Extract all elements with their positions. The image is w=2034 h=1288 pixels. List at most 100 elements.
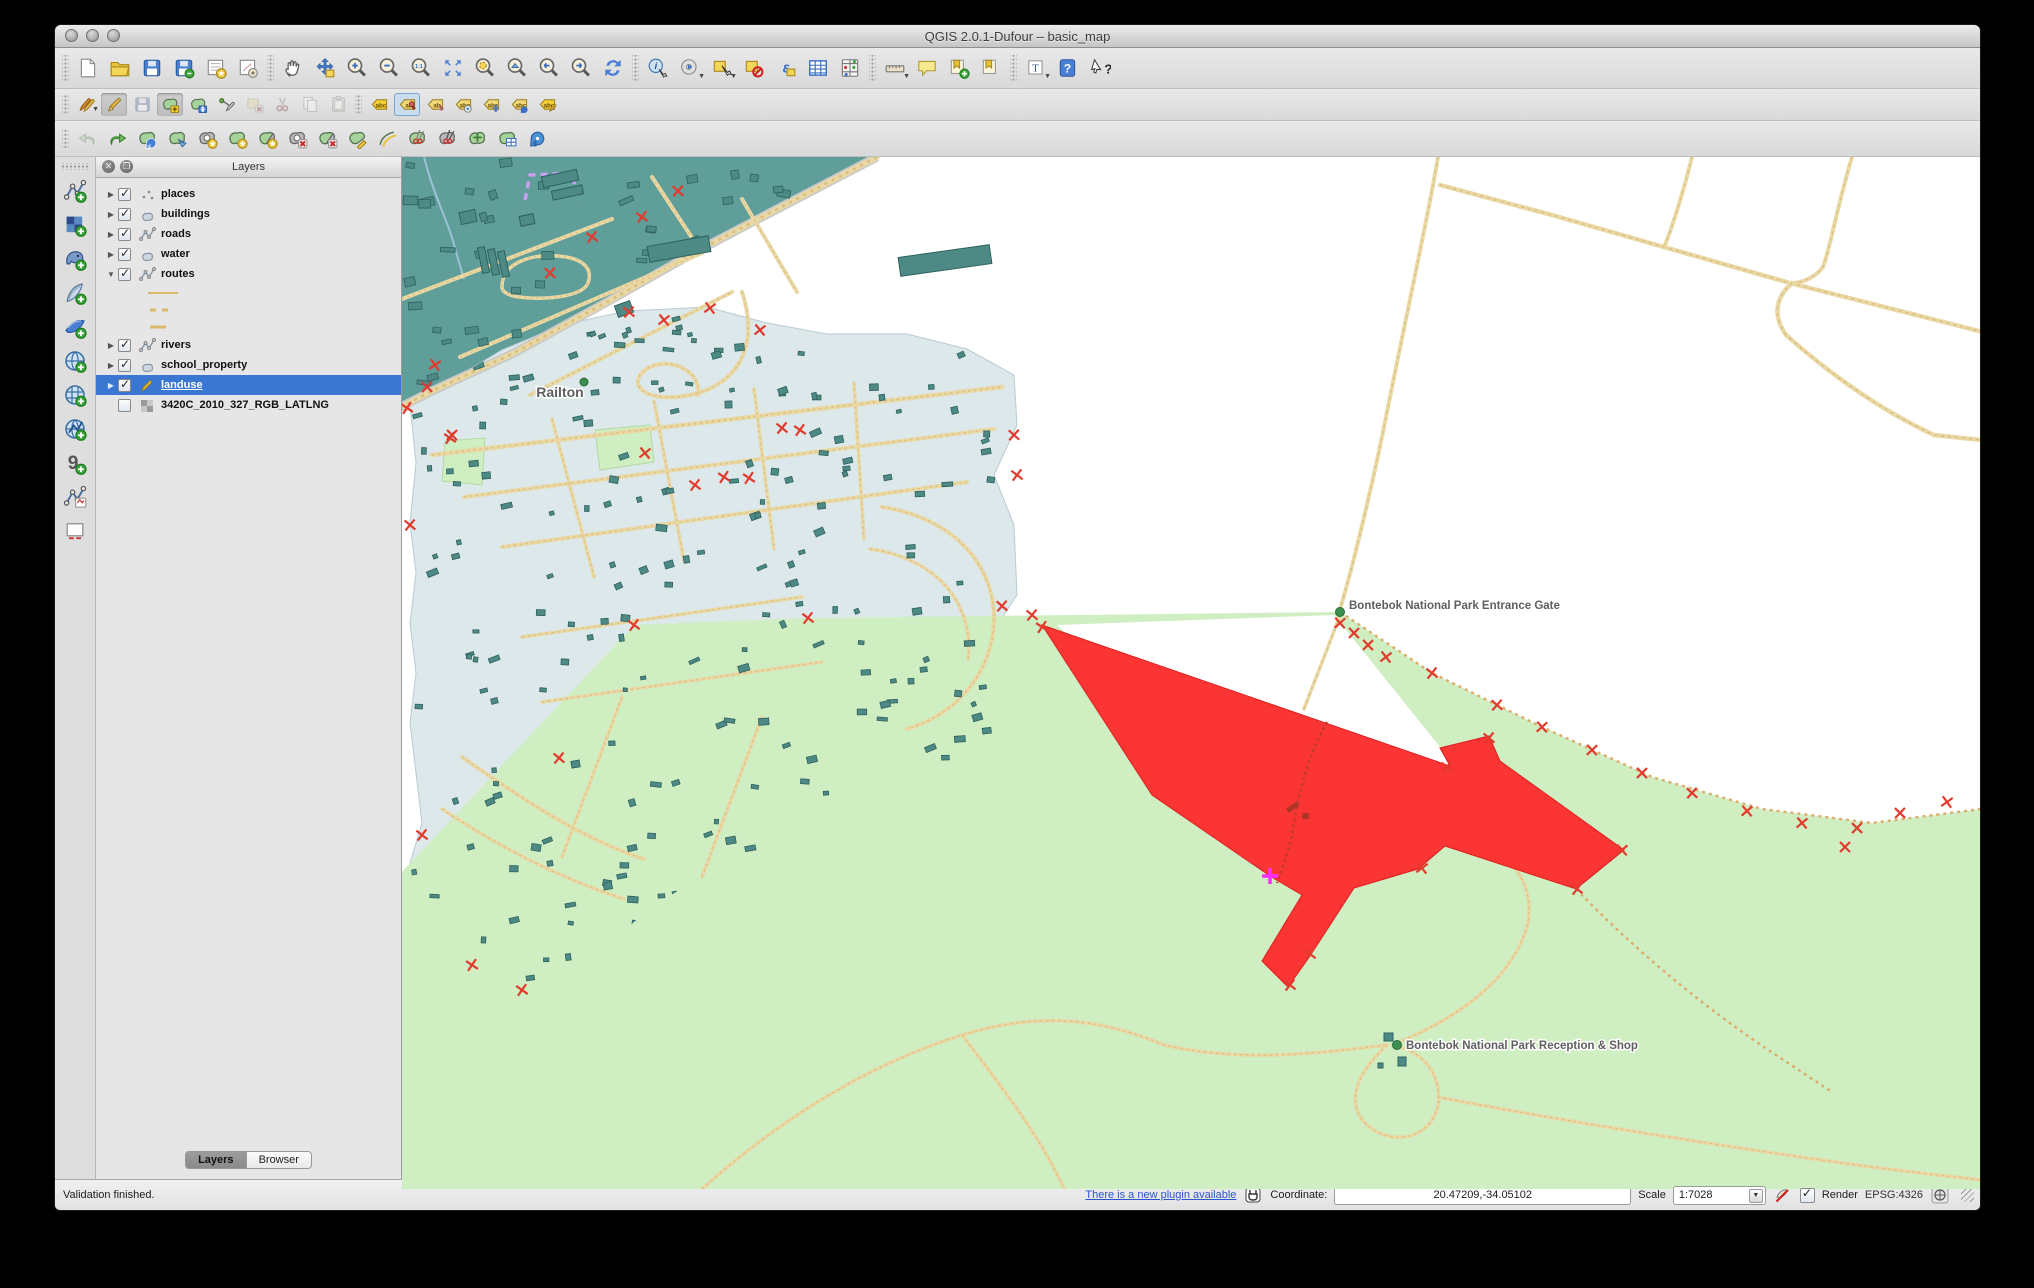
toggle-editing-button[interactable] [101, 93, 127, 116]
panel-tab-layers[interactable]: Layers [185, 1151, 246, 1169]
text-annotation-button[interactable]: T▼ [1021, 53, 1051, 83]
add-feature-button[interactable] [157, 93, 183, 116]
new-bookmark-button[interactable] [944, 53, 974, 83]
layer-expand-arrow-icon[interactable]: ▶ [104, 210, 118, 219]
open-attribute-table-button[interactable] [803, 53, 833, 83]
remove-layer-button[interactable] [60, 516, 90, 546]
cut-features-button[interactable] [269, 93, 295, 116]
add-vector-layer-button[interactable] [60, 176, 90, 206]
refresh-map-button[interactable] [598, 53, 628, 83]
new-shapefile-layer-button[interactable] [60, 482, 90, 512]
add-delimited-text-layer-button[interactable]: 9, [60, 448, 90, 478]
add-ring-button[interactable] [193, 126, 221, 152]
layers-panel-header[interactable]: ✕ ❐ Layers [96, 157, 401, 178]
panel-close-icon[interactable]: ✕ [102, 160, 115, 173]
redo-button[interactable] [103, 126, 131, 152]
new-plugin-link[interactable]: There is a new plugin available [1085, 1189, 1236, 1201]
close-window-button[interactable] [65, 29, 78, 42]
move-label-button[interactable]: abc [478, 93, 504, 116]
dropdown-arrow-icon[interactable]: ▼ [903, 73, 910, 80]
layer-row-places[interactable]: ▶places [96, 184, 401, 204]
show-bookmarks-button[interactable] [976, 53, 1006, 83]
layer-visibility-checkbox[interactable] [118, 208, 131, 221]
layer-expand-arrow-icon[interactable]: ▶ [104, 190, 118, 199]
undo-button[interactable] [73, 126, 101, 152]
render-checkbox[interactable] [1800, 1188, 1815, 1203]
layer-row-buildings[interactable]: ▶buildings [96, 204, 401, 224]
offset-curve-button[interactable] [373, 126, 401, 152]
highlight-pinned-labels-button[interactable]: ab [422, 93, 448, 116]
dropdown-arrow-icon[interactable]: ▼ [92, 106, 99, 113]
dropdown-arrow-icon[interactable]: ▼ [698, 73, 705, 80]
add-part-button[interactable] [223, 126, 251, 152]
save-layer-edits-button[interactable] [129, 93, 155, 116]
layer-visibility-checkbox[interactable] [118, 188, 131, 201]
zoom-out-button[interactable] [374, 53, 404, 83]
new-project-button[interactable] [73, 53, 103, 83]
delete-selected-button[interactable] [241, 93, 267, 116]
zoom-in-button[interactable] [342, 53, 372, 83]
node-tool-button[interactable] [213, 93, 239, 116]
resize-grip[interactable] [1961, 1189, 1974, 1202]
panel-tab-browser[interactable]: Browser [247, 1151, 312, 1169]
move-feature-button[interactable] [185, 93, 211, 116]
identify-features-button[interactable]: i [643, 53, 673, 83]
layer-expand-arrow-icon[interactable]: ▶ [104, 250, 118, 259]
current-edits-button[interactable]: ▼ [73, 93, 99, 116]
rotate-label-button[interactable]: abc [506, 93, 532, 116]
layer-expand-arrow-icon[interactable]: ▶ [104, 341, 118, 350]
add-wfs-layer-button[interactable] [60, 414, 90, 444]
open-project-button[interactable] [105, 53, 135, 83]
layer-visibility-checkbox[interactable] [118, 359, 131, 372]
dropdown-arrow-icon[interactable]: ▼ [1044, 73, 1051, 80]
map-canvas[interactable]: RailtonBontebok National Park Entrance G… [402, 157, 1980, 1189]
scale-combo[interactable]: 1:7028 ▼ [1673, 1186, 1766, 1205]
help-contents-button[interactable]: ? [1053, 53, 1083, 83]
add-spatialite-layer-button[interactable] [60, 278, 90, 308]
layer-expand-arrow-icon[interactable]: ▼ [104, 270, 118, 279]
reshape-features-button[interactable] [343, 126, 371, 152]
layer-expand-arrow-icon[interactable]: ▶ [104, 230, 118, 239]
fill-ring-button[interactable] [253, 126, 281, 152]
minimize-window-button[interactable] [86, 29, 99, 42]
layer-expand-arrow-icon[interactable]: ▶ [104, 381, 118, 390]
layer-expand-arrow-icon[interactable]: ▶ [104, 361, 118, 370]
select-features-button[interactable]: ▼ [707, 53, 737, 83]
layer-visibility-checkbox[interactable] [118, 228, 131, 241]
add-wcs-layer-button[interactable] [60, 380, 90, 410]
title-bar[interactable]: QGIS 2.0.1-Dufour – basic_map [55, 25, 1980, 48]
layer-row-3420C_2010_327_RGB_LATLNG[interactable]: 3420C_2010_327_RGB_LATLNG [96, 395, 401, 415]
rotate-feature-button[interactable] [133, 126, 161, 152]
add-mssql-layer-button[interactable] [60, 312, 90, 342]
zoom-to-selection-button[interactable] [470, 53, 500, 83]
zoom-to-layer-button[interactable] [502, 53, 532, 83]
save-project-button[interactable] [137, 53, 167, 83]
composer-manager-button[interactable] [233, 53, 263, 83]
layer-row-rivers[interactable]: ▶rivers [96, 335, 401, 355]
zoom-full-extent-button[interactable] [438, 53, 468, 83]
select-by-expression-button[interactable]: ε [771, 53, 801, 83]
layer-visibility-checkbox[interactable] [118, 248, 131, 261]
merge-features-button[interactable] [463, 126, 491, 152]
run-feature-action-button[interactable]: ▼ [675, 53, 705, 83]
layer-row-water[interactable]: ▶water [96, 244, 401, 264]
show-hide-labels-button[interactable]: abc [450, 93, 476, 116]
add-wms-layer-button[interactable] [60, 346, 90, 376]
zoom-last-button[interactable] [534, 53, 564, 83]
scale-combo-arrow-icon[interactable]: ▼ [1749, 1189, 1763, 1203]
split-parts-button[interactable] [433, 126, 461, 152]
field-calculator-button[interactable] [835, 53, 865, 83]
pan-map-button[interactable] [278, 53, 308, 83]
copy-features-button[interactable] [297, 93, 323, 116]
delete-ring-button[interactable] [283, 126, 311, 152]
deselect-features-button[interactable] [739, 53, 769, 83]
pin-labels-button[interactable]: ab [394, 93, 420, 116]
layer-row-landuse[interactable]: ▶landuse [96, 375, 401, 395]
paste-features-button[interactable] [325, 93, 351, 116]
layer-visibility-checkbox[interactable] [118, 399, 131, 412]
layer-row-routes[interactable]: ▼routes [96, 264, 401, 284]
merge-attributes-button[interactable] [493, 126, 521, 152]
layer-visibility-checkbox[interactable] [118, 268, 131, 281]
new-print-composer-button[interactable] [201, 53, 231, 83]
add-postgis-layer-button[interactable] [60, 244, 90, 274]
